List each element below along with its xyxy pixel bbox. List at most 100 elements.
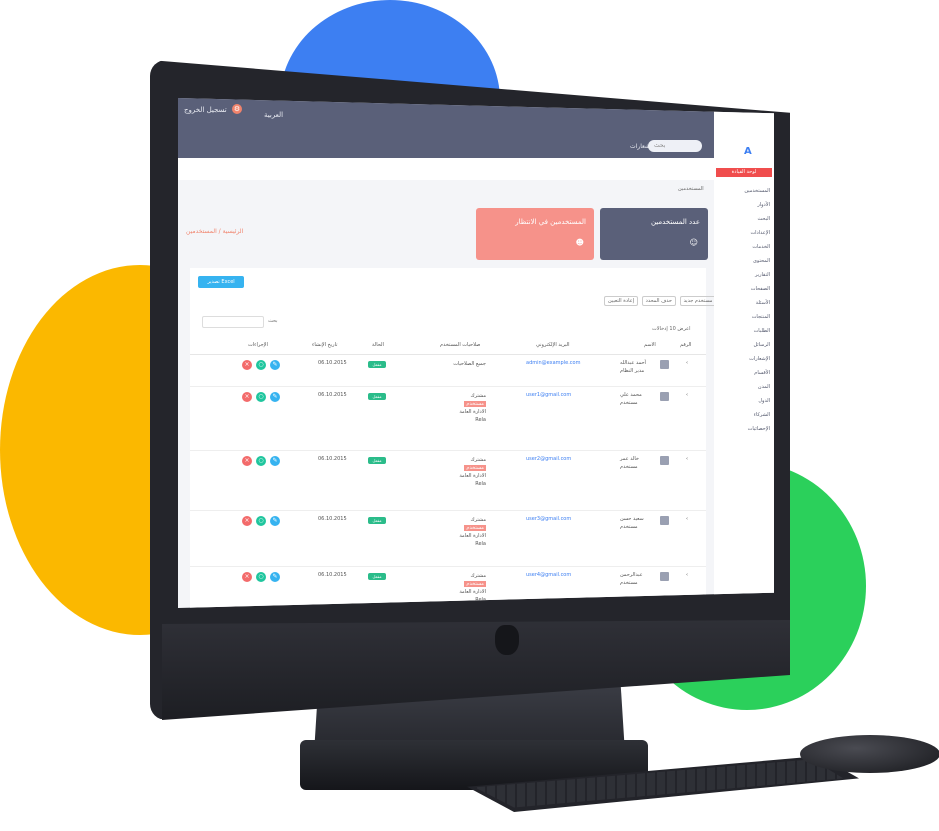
- search-input[interactable]: بحث: [648, 140, 702, 152]
- column-header[interactable]: صلاحيات المستخدم: [440, 342, 480, 348]
- view-icon[interactable]: ○: [256, 516, 266, 526]
- delete-icon[interactable]: ×: [242, 456, 252, 466]
- export-excel-button[interactable]: تصدير Excel: [198, 276, 244, 288]
- table-header: الإجراءات تاريخ الإنشاء الحالة صلاحيات ا…: [190, 340, 706, 355]
- per-page-select[interactable]: اعرض 10 إدخالات: [652, 326, 691, 332]
- row-chevron-icon[interactable]: ‹: [686, 456, 688, 462]
- user-email[interactable]: admin@example.com: [526, 360, 580, 366]
- user-name: خالد عمر: [620, 456, 639, 462]
- avatar: [660, 392, 669, 401]
- user-role: مستخدم: [620, 464, 638, 470]
- table-row[interactable]: × ○ ✎ 06.10.2015 مفعل جميع الصلاحيات admin@exa…: [190, 356, 706, 387]
- sidebar-item[interactable]: المستخدمين: [744, 188, 770, 194]
- edit-icon[interactable]: ✎: [270, 456, 280, 466]
- sidebar-item[interactable]: البحث: [757, 216, 770, 222]
- user-email[interactable]: user4@gmail.com: [526, 572, 571, 578]
- edit-icon[interactable]: ✎: [270, 392, 280, 402]
- permissions-list: مشترك مستخدم الادارة العامة Rela: [446, 392, 486, 424]
- sidebar-item[interactable]: الأسئلة: [756, 300, 770, 306]
- sidebar-item[interactable]: الأدوار: [757, 202, 770, 208]
- sidebar-item[interactable]: الرسائل: [753, 342, 770, 348]
- sidebar-item[interactable]: التقارير: [755, 272, 770, 278]
- column-header[interactable]: الرقم: [680, 342, 691, 348]
- avatar: [660, 572, 669, 581]
- created-date: 06.10.2015: [318, 572, 347, 578]
- sidebar-item[interactable]: الإشعارات: [749, 356, 770, 362]
- sidebar-item[interactable]: المنتجات: [752, 314, 770, 320]
- view-icon[interactable]: ○: [256, 456, 266, 466]
- created-date: 06.10.2015: [318, 456, 347, 462]
- edit-icon[interactable]: ✎: [270, 516, 280, 526]
- user-role: مدير النظام: [620, 368, 645, 374]
- permission-tag: Rela: [475, 417, 486, 423]
- delete-icon[interactable]: ×: [242, 360, 252, 370]
- column-header[interactable]: تاريخ الإنشاء: [312, 342, 338, 348]
- breadcrumb-bar: الرئيسية / المستخدمين: [178, 158, 714, 235]
- row-chevron-icon[interactable]: ‹: [686, 516, 688, 522]
- breadcrumb[interactable]: الرئيسية / المستخدمين: [186, 228, 243, 235]
- table-search-input[interactable]: [202, 316, 264, 328]
- edit-icon[interactable]: ✎: [270, 572, 280, 582]
- avatar: [660, 516, 669, 525]
- user-icon: ☻: [575, 238, 584, 247]
- user-email[interactable]: user3@gmail.com: [526, 516, 571, 522]
- language-selector[interactable]: العربية: [264, 111, 283, 119]
- permission-tag: Rela: [475, 541, 486, 547]
- monitor-chin: [162, 620, 790, 720]
- column-header[interactable]: الإجراءات: [248, 342, 268, 348]
- gear-icon[interactable]: ⚙: [232, 104, 242, 114]
- sidebar-item[interactable]: الأقسام: [754, 370, 770, 376]
- permission-tag: مشترك: [470, 573, 486, 579]
- delete-icon[interactable]: ×: [242, 516, 252, 526]
- edit-icon[interactable]: ✎: [270, 360, 280, 370]
- permission-tag: Rela: [475, 481, 486, 487]
- status-badge: مفعل: [368, 361, 386, 368]
- users-table-card: تصدير Excel إعادة التعيين حذف المحدد إضا…: [190, 268, 731, 608]
- view-icon[interactable]: ○: [256, 392, 266, 402]
- sidebar-item[interactable]: المحتوى: [753, 258, 770, 264]
- sidebar-item[interactable]: المدن: [758, 384, 770, 390]
- user-email[interactable]: user2@gmail.com: [526, 456, 571, 462]
- sidebar-item[interactable]: الطلبات: [754, 328, 770, 334]
- sidebar-item[interactable]: الدول: [758, 398, 770, 404]
- permission-tag: مشترك: [470, 517, 486, 523]
- row-chevron-icon[interactable]: ‹: [686, 572, 688, 578]
- permission-tag: مشترك: [470, 393, 486, 399]
- logout-link[interactable]: تسجيل الخروج: [184, 106, 227, 114]
- sidebar-item[interactable]: الخدمات: [752, 244, 770, 250]
- sidebar-item[interactable]: الإعدادات: [750, 230, 770, 236]
- column-header[interactable]: الاسم: [644, 342, 656, 348]
- screen: تسجيل الخروج ⚙ العربية الإشعارات بحث الر…: [178, 98, 774, 608]
- delete-selected-button[interactable]: حذف المحدد: [641, 296, 676, 306]
- column-header[interactable]: الحالة: [372, 342, 384, 348]
- permission-tag: مستخدم: [464, 465, 486, 471]
- table-row[interactable]: × ○ ✎ 06.10.2015 مفعل مشترك مستخدم الادارة العا…: [190, 388, 706, 451]
- table-row[interactable]: × ○ ✎ 06.10.2015 مفعل مشترك مستخدم الادارة العا…: [190, 452, 706, 511]
- view-icon[interactable]: ○: [256, 572, 266, 582]
- table-row[interactable]: × ○ ✎ 06.10.2015 مفعل مشترك مستخدم الادارة العا…: [190, 512, 706, 567]
- status-badge: مفعل: [368, 573, 386, 580]
- sidebar-item[interactable]: الصفحات: [751, 286, 770, 292]
- permission-tag: الادارة العامة: [459, 473, 486, 479]
- column-header[interactable]: البريد الإلكتروني: [536, 342, 570, 348]
- row-chevron-icon[interactable]: ‹: [686, 392, 688, 398]
- status-badge: مفعل: [368, 517, 386, 524]
- sidebar-item[interactable]: الشركاء: [754, 412, 770, 418]
- row-chevron-icon[interactable]: ‹: [686, 360, 688, 366]
- user-name: سعيد حسن: [620, 516, 644, 522]
- dashboard-tab[interactable]: لوحة القيادة: [716, 168, 772, 177]
- user-email[interactable]: user1@gmail.com: [526, 392, 571, 398]
- user-role: مستخدم: [620, 524, 638, 530]
- permissions-list: مشترك مستخدم الادارة العامة Rela: [446, 572, 486, 604]
- stat-card-users[interactable]: عدد المستخدمين ☺: [600, 208, 708, 260]
- avatar: [660, 360, 669, 369]
- reset-button[interactable]: إعادة التعيين: [604, 296, 638, 306]
- stat-label: عدد المستخدمين: [650, 218, 700, 226]
- delete-icon[interactable]: ×: [242, 572, 252, 582]
- stat-label: المستخدمين في الانتظار: [515, 218, 586, 226]
- permission-tag: الادارة العامة: [459, 589, 486, 595]
- sidebar-item[interactable]: الإحصائيات: [748, 426, 770, 432]
- delete-icon[interactable]: ×: [242, 392, 252, 402]
- stat-card-pending[interactable]: المستخدمين في الانتظار ☻: [476, 208, 594, 260]
- view-icon[interactable]: ○: [256, 360, 266, 370]
